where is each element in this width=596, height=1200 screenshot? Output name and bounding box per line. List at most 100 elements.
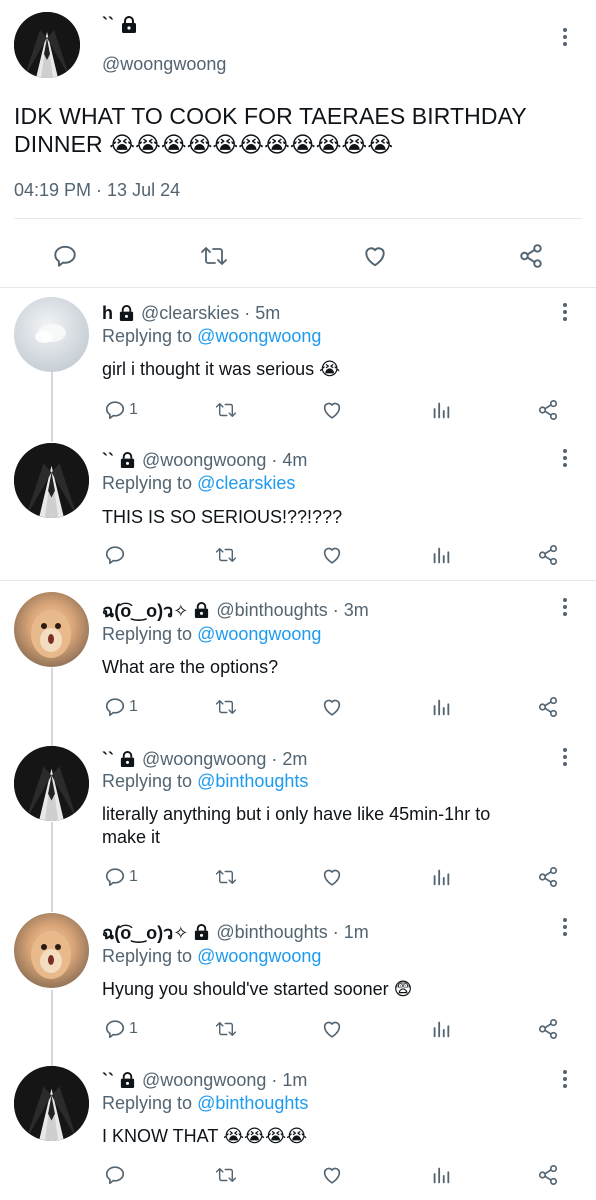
avatar[interactable] <box>14 1066 89 1141</box>
reply-text: Hyung you should've started sooner 😨 <box>102 979 413 999</box>
share-button[interactable] <box>537 1018 559 1040</box>
retweet-button[interactable] <box>200 243 228 269</box>
replying-to: Replying to @woongwoong <box>102 326 322 346</box>
avatar-image <box>31 931 71 979</box>
retweet-button[interactable] <box>215 544 237 566</box>
share-button[interactable] <box>537 866 559 888</box>
avatar-image <box>14 1066 89 1141</box>
replying-to-link[interactable]: @woongwoong <box>197 326 321 346</box>
more-icon[interactable] <box>563 918 567 939</box>
display-name: `` <box>102 14 114 34</box>
reply-count: 1 <box>129 868 138 885</box>
avatar[interactable] <box>14 12 80 78</box>
share-button[interactable] <box>537 1164 559 1186</box>
reply-button[interactable]: 1 <box>104 866 138 888</box>
handle[interactable]: @woongwoong · 4m <box>142 450 307 471</box>
more-icon[interactable] <box>563 28 567 49</box>
share-button[interactable] <box>537 399 559 421</box>
heart-icon <box>323 547 341 564</box>
more-icon[interactable] <box>563 598 567 619</box>
replying-to: Replying to @binthoughts <box>102 771 309 791</box>
retweet-icon <box>215 700 237 714</box>
reply-button[interactable] <box>104 1164 129 1186</box>
like-button[interactable] <box>321 544 343 566</box>
avatar[interactable] <box>14 746 89 821</box>
reply-text: literally anything but i only have like … <box>102 804 491 847</box>
avatar-image <box>31 610 71 658</box>
avatar[interactable] <box>14 913 89 988</box>
handle[interactable]: @clearskies · 5m <box>141 303 280 324</box>
handle[interactable]: @binthoughts · 3m <box>216 600 368 621</box>
like-button[interactable] <box>321 1018 343 1040</box>
lock-icon <box>120 751 135 768</box>
heart-icon <box>323 1021 341 1038</box>
display-name: `` <box>102 749 114 769</box>
reply-icon <box>105 868 125 887</box>
avatar-image <box>14 443 89 518</box>
reply-icon <box>105 698 125 717</box>
reply-button[interactable] <box>104 544 129 566</box>
retweet-button[interactable] <box>215 1018 237 1040</box>
views-icon <box>433 869 450 886</box>
reply-text: girl i thought it was serious 😭 <box>102 359 341 379</box>
replying-to-link[interactable]: @binthoughts <box>197 771 308 791</box>
avatar[interactable] <box>14 592 89 667</box>
replying-to-link[interactable]: @woongwoong <box>197 946 321 966</box>
reply-button[interactable]: 1 <box>104 399 138 421</box>
lock-icon <box>120 1072 135 1089</box>
views-button[interactable] <box>430 1164 452 1186</box>
share-button[interactable] <box>537 544 559 566</box>
more-icon[interactable] <box>563 748 567 769</box>
like-button[interactable] <box>321 1164 343 1186</box>
like-button[interactable] <box>361 243 389 269</box>
reply-button[interactable]: 1 <box>104 1018 138 1040</box>
display-name: `` <box>102 1070 114 1090</box>
emoji-row: 😭😭😭😭😭😭😭😭😭😭😭 <box>109 132 394 157</box>
retweet-button[interactable] <box>215 696 237 718</box>
handle[interactable]: @woongwoong · 2m <box>142 749 307 770</box>
retweet-button[interactable] <box>215 866 237 888</box>
more-icon[interactable] <box>563 449 567 470</box>
handle[interactable]: @woongwoong · 1m <box>142 1070 307 1091</box>
retweet-icon <box>215 1022 237 1036</box>
views-button[interactable] <box>430 1018 452 1040</box>
views-icon <box>433 402 450 419</box>
reply-button[interactable] <box>52 243 78 269</box>
reply-icon <box>54 245 76 267</box>
views-icon <box>433 1021 450 1038</box>
handle[interactable]: @binthoughts · 1m <box>216 922 368 943</box>
avatar[interactable] <box>14 297 89 372</box>
reply-icon <box>105 1020 125 1039</box>
replying-to-link[interactable]: @woongwoong <box>197 624 321 644</box>
like-button[interactable] <box>321 696 343 718</box>
retweet-button[interactable] <box>215 399 237 421</box>
share-button[interactable] <box>537 696 559 718</box>
like-button[interactable] <box>321 399 343 421</box>
more-icon[interactable] <box>563 1070 567 1091</box>
retweet-button[interactable] <box>215 1164 237 1186</box>
avatar[interactable] <box>14 443 89 518</box>
handle[interactable]: @woongwoong <box>102 54 226 75</box>
avatar-image <box>14 12 80 78</box>
lock-icon <box>120 452 135 469</box>
lock-icon <box>195 924 209 941</box>
views-button[interactable] <box>430 544 452 566</box>
share-icon <box>520 244 542 268</box>
views-button[interactable] <box>430 866 452 888</box>
retweet-icon <box>215 548 237 562</box>
views-button[interactable] <box>430 696 452 718</box>
reply-button[interactable]: 1 <box>104 696 138 718</box>
heart-icon <box>323 402 341 419</box>
reply-text: THIS IS SO SERIOUS!??!??? <box>102 507 343 527</box>
heart-icon <box>323 1167 341 1184</box>
replying-to-link[interactable]: @clearskies <box>197 473 295 493</box>
retweet-icon <box>215 1168 237 1182</box>
like-button[interactable] <box>321 866 343 888</box>
share-button[interactable] <box>517 243 545 269</box>
replying-to-link[interactable]: @binthoughts <box>197 1093 308 1113</box>
avatar-image <box>35 324 66 343</box>
replying-to: Replying to @woongwoong <box>102 946 322 966</box>
views-button[interactable] <box>430 399 452 421</box>
share-icon <box>538 867 558 887</box>
more-icon[interactable] <box>563 303 567 324</box>
